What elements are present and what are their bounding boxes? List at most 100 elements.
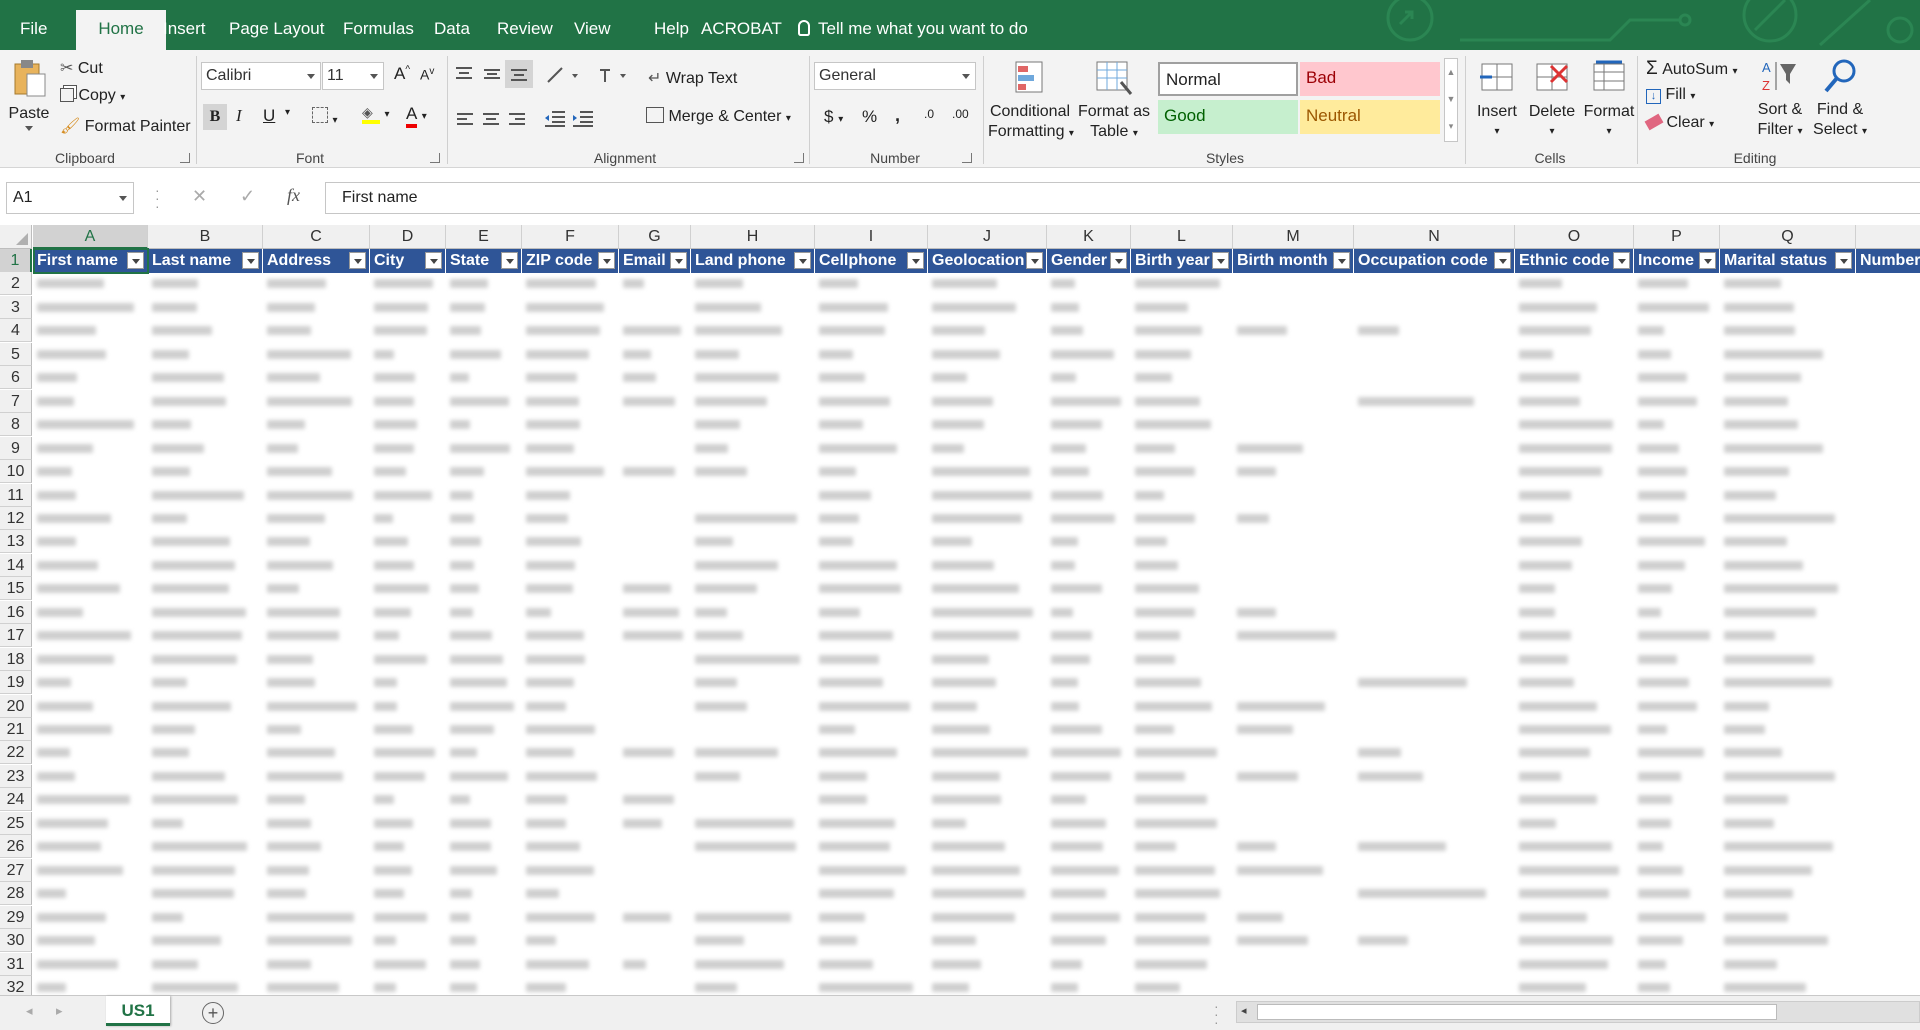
filter-dropdown-icon[interactable] [425,252,442,269]
table-header-cell[interactable]: Income [1634,249,1720,273]
row-header[interactable]: 31 [0,952,32,976]
decrease-indent-icon[interactable] [544,110,566,128]
conditional-formatting-button[interactable]: Conditional Formatting ▾ [988,60,1074,144]
filter-dropdown-icon[interactable] [1026,252,1043,269]
orientation-icon[interactable] [546,66,580,84]
wrap-text-button[interactable]: ↵ Wrap Text [648,68,737,88]
column-header-c[interactable]: C [263,225,370,249]
column-header-p[interactable]: P [1634,225,1720,249]
column-header-r[interactable] [1856,225,1920,249]
row-header[interactable]: 3 [0,295,32,319]
tab-split-dots-icon[interactable]: · · · [1214,999,1219,1029]
sheet-tab-us1[interactable]: US1 [106,996,170,1026]
underline-button[interactable]: U [263,106,275,126]
row-header[interactable]: 2 [0,272,32,296]
row-header[interactable]: 14 [0,553,32,577]
row-header[interactable]: 30 [0,929,32,953]
row-header[interactable]: 4 [0,319,32,343]
number-launcher-icon[interactable] [962,153,972,163]
font-name-dropdown[interactable]: Calibri [201,62,321,90]
filter-dropdown-icon[interactable] [1835,252,1852,269]
row-header[interactable]: 26 [0,835,32,859]
borders-button[interactable]: ▾ [312,107,337,128]
table-header-cell[interactable]: City [370,249,446,273]
row-header[interactable]: 27 [0,858,32,882]
align-right-icon[interactable] [508,112,526,128]
clear-button[interactable]: Clear ▾ [1644,113,1714,132]
select-all-corner[interactable] [0,225,32,249]
table-header-cell[interactable]: Cellphone [815,249,928,273]
filter-dropdown-icon[interactable] [907,252,924,269]
paste-dropdown-icon[interactable] [25,126,33,131]
delete-cells-button[interactable]: Delete ▾ [1524,60,1580,142]
style-neutral[interactable]: Neutral [1300,100,1440,134]
italic-button[interactable]: I [236,106,242,126]
row-header[interactable]: 7 [0,389,32,413]
shrink-font-button[interactable]: Av [420,66,434,83]
row-header[interactable]: 18 [0,647,32,671]
row-header[interactable]: 17 [0,624,32,648]
font-color-button[interactable]: A ▾ [406,104,427,128]
autosum-button[interactable]: Σ AutoSum ▾ [1646,58,1738,80]
filter-dropdown-icon[interactable] [501,252,518,269]
sort-filter-button[interactable]: AZ Sort & Filter ▾ [1752,58,1808,142]
font-launcher-icon[interactable] [430,153,440,163]
row-header[interactable]: 25 [0,811,32,835]
row-header[interactable]: 22 [0,741,32,765]
filter-dropdown-icon[interactable] [598,252,615,269]
cancel-entry-icon[interactable]: ✕ [192,186,207,207]
tab-file[interactable]: File [20,0,47,50]
row-header[interactable]: 16 [0,600,32,624]
row-header[interactable]: 12 [0,506,32,530]
find-select-button[interactable]: Find & Select ▾ [1810,58,1870,142]
column-header-f[interactable]: F [522,225,619,249]
copy-button[interactable]: Copy ▾ [60,87,125,105]
row-header[interactable]: 9 [0,436,32,460]
row-header[interactable]: 6 [0,366,32,390]
spreadsheet-grid[interactable]: ABCDEFGHIJKLMNOPQ 1 2 3 4 5 6 7 8 9 10 11 12 13 14 15 1… [0,225,1920,995]
merge-center-button[interactable]: Merge & Center ▾ [646,107,791,126]
filter-dropdown-icon[interactable] [242,252,259,269]
tell-me-search[interactable]: Tell me what you want to do [798,0,1028,50]
increase-indent-icon[interactable] [572,110,594,128]
table-header-cell[interactable]: Occupation code [1354,249,1515,273]
percent-button[interactable]: % [862,107,877,127]
row-header[interactable]: 23 [0,764,32,788]
filter-dropdown-icon[interactable] [1110,252,1127,269]
chevron-down-icon[interactable] [119,196,127,201]
row-header[interactable]: 24 [0,788,32,812]
tab-view[interactable]: View [574,0,611,50]
row-header[interactable]: 29 [0,905,32,929]
comma-button[interactable]: , [895,105,900,126]
table-header-cell[interactable]: Geolocation [928,249,1047,273]
filter-dropdown-icon[interactable] [1699,252,1716,269]
paste-button[interactable]: Paste [8,58,50,131]
tab-acrobat[interactable]: ACROBAT [701,0,782,50]
row-header[interactable]: 15 [0,577,32,601]
insert-function-icon[interactable]: fx [287,185,300,206]
tab-home[interactable]: Home [76,10,166,50]
row-header[interactable]: 8 [0,413,32,437]
row-header[interactable]: 13 [0,530,32,554]
decrease-decimal-button[interactable]: .00 [952,108,969,120]
column-header-d[interactable]: D [370,225,446,249]
filter-dropdown-icon[interactable] [1494,252,1511,269]
table-header-cell[interactable]: Birth year [1131,249,1233,273]
column-header-l[interactable]: L [1131,225,1233,249]
table-header-cell[interactable]: Gender [1047,249,1131,273]
row-header[interactable]: 10 [0,460,32,484]
column-header-h[interactable]: H [691,225,815,249]
column-header-j[interactable]: J [928,225,1047,249]
row-header[interactable]: 1 [0,249,32,273]
row-header[interactable]: 5 [0,342,32,366]
tab-page-layout[interactable]: Page Layout [229,0,324,50]
table-header-cell[interactable]: Ethnic code [1515,249,1634,273]
column-header-k[interactable]: K [1047,225,1131,249]
cut-button[interactable]: ✂ Cut [60,58,103,78]
grow-font-button[interactable]: A^ [394,64,410,84]
column-header-q[interactable]: Q [1720,225,1856,249]
table-header-cell[interactable]: Email [619,249,691,273]
table-header-cell[interactable]: Number [1856,249,1920,273]
align-bottom-icon[interactable] [505,60,533,88]
column-header-m[interactable]: M [1233,225,1354,249]
